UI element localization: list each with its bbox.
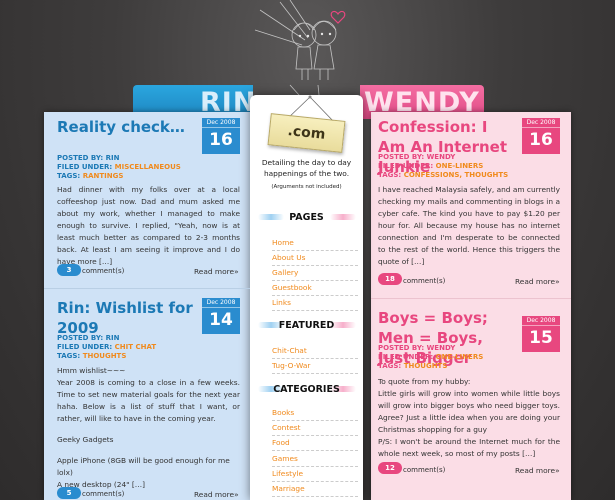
couple-illustration	[254, 0, 346, 95]
pages-heading: PAGES	[289, 212, 324, 223]
read-more-link[interactable]: Read more»	[194, 267, 239, 276]
category-link[interactable]: MISCELLANEOUS	[115, 163, 181, 171]
read-more-link[interactable]: Read more»	[515, 466, 560, 475]
post-meta: POSTED BY: WENDY FILED UNDER: ONE-LINERS…	[378, 153, 528, 180]
sidebar-item-guestbook[interactable]: Guestbook	[272, 283, 358, 296]
post-title[interactable]: Rin: Wishlist for 2009	[57, 298, 197, 338]
excerpt-line: Little girls will grow into women while …	[378, 389, 560, 434]
tags-label: TAGS:	[57, 352, 81, 360]
posted-by-value[interactable]: WENDY	[427, 153, 456, 161]
sidebar-item-food[interactable]: Food	[272, 438, 358, 451]
comment-count-badge[interactable]: 5	[57, 487, 81, 499]
sidebar-item-games[interactable]: Games	[272, 454, 358, 467]
posted-by-value[interactable]: RIN	[106, 334, 120, 342]
excerpt-line: Apple iPhone (8GB will be good enough fo…	[57, 456, 230, 477]
date-month: Dec 2008	[202, 118, 240, 128]
date-month: Dec 2008	[522, 316, 560, 326]
excerpt-line: Hmm wishlist~~~	[57, 366, 126, 375]
comment-label[interactable]: comment(s)	[403, 277, 445, 285]
read-more-link[interactable]: Read more»	[515, 277, 560, 286]
tag-link[interactable]: THOUGHTS	[83, 352, 127, 360]
categories-heading: CATEGORIES	[273, 384, 340, 395]
posted-by-label: POSTED BY:	[57, 334, 104, 342]
posted-by-label: POSTED BY:	[378, 344, 425, 352]
post-excerpt: Had dinner with my folks over at a local…	[57, 185, 240, 266]
comment-count-badge[interactable]: 3	[57, 264, 81, 276]
comment-label[interactable]: comment(s)	[82, 490, 124, 498]
comment-count-badge[interactable]: 12	[378, 462, 402, 474]
filed-under-label: FILED UNDER:	[378, 162, 434, 170]
post-divider	[44, 288, 250, 289]
heart-icon	[330, 10, 346, 24]
excerpt-line: P/S: I won't be around the Internet much…	[378, 437, 560, 458]
post-excerpt: I have reached Malaysia safely, and am c…	[378, 185, 561, 266]
sidebar-item-links[interactable]: Links	[272, 298, 358, 311]
post-excerpt: To quote from my hubby: Little girls wil…	[378, 376, 560, 460]
filed-under-label: FILED UNDER:	[378, 353, 434, 361]
excerpt-line: Geeky Gadgets	[57, 435, 114, 444]
featured-heading: FEATURED	[278, 320, 335, 331]
category-link[interactable]: ONE-LINERS	[436, 162, 484, 170]
date-badge: Dec 2008 16	[522, 118, 560, 154]
category-link[interactable]: CHIT CHAT	[115, 343, 156, 351]
date-month: Dec 2008	[522, 118, 560, 128]
tags-label: TAGS:	[378, 171, 402, 179]
tags-label: TAGS:	[378, 362, 402, 370]
posted-by-label: POSTED BY:	[57, 154, 104, 162]
sidebar-item-marriage[interactable]: Marriage	[272, 484, 358, 497]
sidebar-item-books[interactable]: Books	[272, 408, 358, 421]
read-more-link[interactable]: Read more»	[194, 490, 239, 499]
tag-link[interactable]: THOUGHTS	[404, 362, 448, 370]
sidebar-item-contest[interactable]: Contest	[272, 423, 358, 436]
date-badge: Dec 2008 14	[202, 298, 240, 334]
post-meta: POSTED BY: RIN FILED UNDER: MISCELLANEOU…	[57, 154, 202, 181]
date-badge: Dec 2008 16	[202, 118, 240, 154]
excerpt-line: To quote from my hubby:	[378, 377, 471, 386]
tags-label: TAGS:	[57, 172, 81, 180]
comment-label[interactable]: comment(s)	[403, 466, 445, 474]
post-meta: POSTED BY: WENDY FILED UNDER: ONE-LINERS…	[378, 344, 528, 371]
post-excerpt: Hmm wishlist~~~ Year 2008 is coming to a…	[57, 365, 240, 491]
posted-by-value[interactable]: RIN	[106, 154, 120, 162]
filed-under-label: FILED UNDER:	[57, 343, 113, 351]
filed-under-label: FILED UNDER:	[57, 163, 113, 171]
site-tagline: Detailing the day to day happenings of t…	[261, 158, 352, 178]
excerpt-line: Year 2008 is coming to a close in a few …	[57, 378, 240, 423]
sidebar-item-home[interactable]: Home	[272, 238, 358, 251]
sidebar-item-chit-chat[interactable]: Chit-Chat	[272, 346, 358, 359]
post-meta: POSTED BY: RIN FILED UNDER: CHIT CHAT TA…	[57, 334, 202, 361]
sidebar-item-tug-o-war[interactable]: Tug-O-War	[272, 361, 358, 374]
arguments-note: (Arguments not included)	[271, 184, 342, 190]
sidebar-item-lifestyle[interactable]: Lifestyle	[272, 469, 358, 482]
posted-by-label: POSTED BY:	[378, 153, 425, 161]
date-month: Dec 2008	[202, 298, 240, 308]
tag-link[interactable]: RANTINGS	[83, 172, 124, 180]
date-day: 16	[209, 130, 233, 150]
sidebar-item-gallery[interactable]: Gallery	[272, 268, 358, 281]
date-day: 16	[529, 130, 553, 150]
post-title[interactable]: Reality check…	[57, 117, 197, 137]
comment-label[interactable]: comment(s)	[82, 267, 124, 275]
category-link[interactable]: ONE-LINERS	[436, 353, 484, 361]
posted-by-value[interactable]: WENDY	[427, 344, 456, 352]
sidebar-item-about-us[interactable]: About Us	[272, 253, 358, 266]
comment-count-badge[interactable]: 18	[378, 273, 402, 285]
post-divider	[371, 298, 571, 299]
tag-link[interactable]: CONFESSIONS, THOUGHTS	[404, 171, 509, 179]
date-day: 14	[209, 310, 233, 330]
